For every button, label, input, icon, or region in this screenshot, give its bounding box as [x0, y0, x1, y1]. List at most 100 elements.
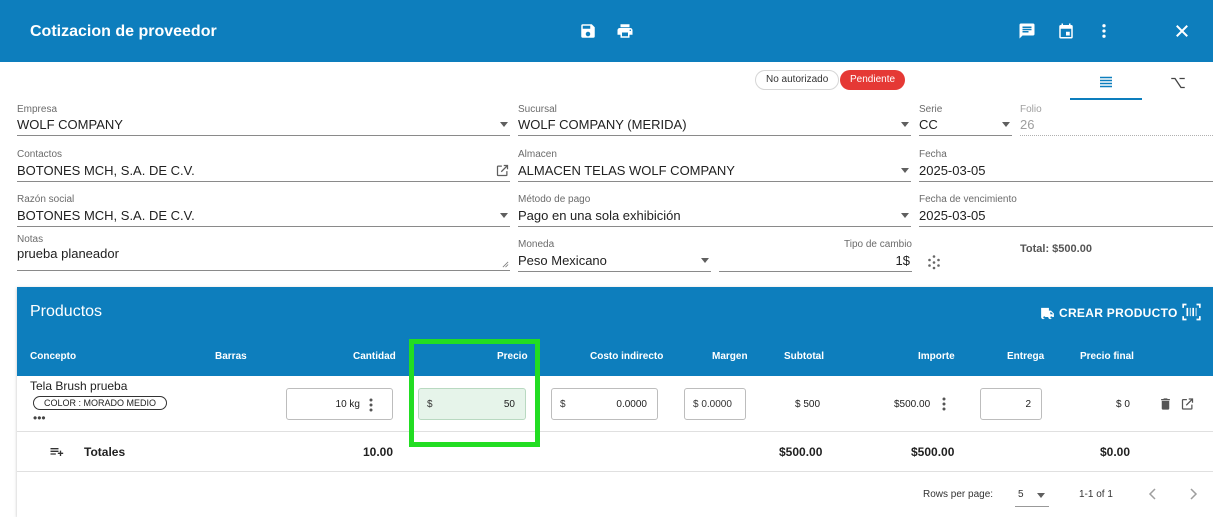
- price-column-highlight: [409, 339, 540, 447]
- fecha-label: Fecha: [919, 149, 947, 160]
- open-external-icon[interactable]: [495, 163, 510, 178]
- folio-value: 26: [1020, 117, 1035, 132]
- fecha-vencimiento-field[interactable]: Fecha de vencimiento 2025-03-05: [919, 194, 1213, 227]
- dropdown-caret-icon: [1037, 493, 1045, 498]
- indirect-cost-input[interactable]: $ 0.0000: [551, 388, 658, 420]
- precio-final-value: $ 0: [1116, 399, 1130, 410]
- indirect-value: 0.0000: [616, 399, 647, 410]
- margin-value: $ 0.0000: [693, 399, 732, 410]
- fecha-value: 2025-03-05: [919, 163, 986, 178]
- contactos-value: BOTONES MCH, S.A. DE C.V.: [17, 163, 195, 178]
- col-costo-indirecto[interactable]: Costo indirecto: [590, 351, 663, 362]
- calculator-icon[interactable]: [926, 254, 942, 270]
- tipo-cambio-field[interactable]: Tipo de cambio 1$: [719, 239, 912, 272]
- close-icon[interactable]: [1173, 22, 1191, 40]
- product-concept: Tela Brush prueba: [30, 379, 128, 393]
- row-divider: [17, 431, 1213, 432]
- col-cantidad[interactable]: Cantidad: [353, 351, 396, 362]
- notas-textarea[interactable]: Notas prueba planeador: [17, 234, 510, 271]
- more-vert-icon[interactable]: [1095, 22, 1113, 40]
- margin-input[interactable]: $ 0.0000: [684, 388, 746, 420]
- col-concepto[interactable]: Concepto: [30, 351, 76, 362]
- products-header: Productos CREAR PRODUCTO Concepto Barras…: [17, 287, 1213, 376]
- quantity-menu-icon[interactable]: [369, 398, 373, 412]
- calendar-icon[interactable]: [1057, 22, 1075, 40]
- create-product-button[interactable]: CREAR PRODUCTO: [1039, 303, 1178, 323]
- delete-icon[interactable]: [1158, 396, 1173, 412]
- tipo-cambio-label: Tipo de cambio: [844, 239, 912, 250]
- rows-per-page-value: 5: [1018, 489, 1024, 500]
- rows-per-page-select[interactable]: 5: [1015, 487, 1049, 507]
- fecha-field[interactable]: Fecha 2025-03-05: [919, 149, 1213, 182]
- notas-label: Notas: [17, 234, 44, 245]
- importe-menu-icon[interactable]: [942, 397, 946, 411]
- quantity-value: 10 kg: [335, 399, 360, 410]
- products-panel: Productos CREAR PRODUCTO Concepto Barras…: [17, 287, 1213, 517]
- dropdown-caret-icon: [901, 168, 909, 173]
- folio-label: Folio: [1020, 104, 1042, 115]
- metodo-pago-value: Pago en una sola exhibición: [518, 208, 681, 223]
- contactos-field[interactable]: Contactos BOTONES MCH, S.A. DE C.V.: [17, 149, 510, 182]
- open-product-icon[interactable]: [1180, 396, 1195, 412]
- totals-precio-final: $0.00: [1100, 445, 1131, 459]
- totals-divider: [17, 471, 1213, 472]
- col-subtotal[interactable]: Subtotal: [784, 351, 824, 362]
- prev-page-icon[interactable]: [1147, 487, 1159, 501]
- col-entrega[interactable]: Entrega: [1007, 351, 1044, 362]
- next-page-icon[interactable]: [1187, 487, 1199, 501]
- fecha-vencimiento-label: Fecha de vencimiento: [919, 194, 1017, 205]
- products-title: Productos: [30, 303, 103, 320]
- col-margen[interactable]: Margen: [712, 351, 748, 362]
- fecha-vencimiento-value: 2025-03-05: [919, 208, 986, 223]
- dropdown-caret-icon: [901, 213, 909, 218]
- print-icon[interactable]: [616, 22, 634, 40]
- col-precio-final[interactable]: Precio final: [1080, 351, 1134, 362]
- empresa-label: Empresa: [17, 104, 58, 115]
- barcode-scan-icon[interactable]: [1181, 302, 1202, 322]
- dropdown-caret-icon: [500, 122, 508, 127]
- moneda-select[interactable]: Moneda Peso Mexicano: [518, 239, 711, 272]
- app-header: Cotizacion de proveedor: [0, 0, 1213, 62]
- tab-flow-view[interactable]: [1142, 66, 1213, 100]
- totals-subtotal: $500.00: [779, 445, 823, 459]
- serie-select[interactable]: Serie CC: [919, 104, 1012, 136]
- razon-social-label: Razón social: [17, 194, 75, 205]
- status-badge-not-authorized: No autorizado: [755, 70, 840, 90]
- comment-icon[interactable]: [1018, 22, 1036, 40]
- truck-plus-icon: [1041, 307, 1054, 319]
- razon-social-value: BOTONES MCH, S.A. DE C.V.: [17, 208, 195, 223]
- more-horiz-icon[interactable]: •••: [33, 412, 46, 424]
- totals-importe: $500.00: [911, 445, 955, 459]
- resize-handle-icon[interactable]: [502, 261, 509, 268]
- option-icon: [1171, 77, 1185, 89]
- tab-list-view[interactable]: [1070, 66, 1142, 100]
- list-icon: [1100, 76, 1112, 88]
- importe-value: $500.00: [894, 399, 931, 410]
- contactos-label: Contactos: [17, 149, 63, 160]
- col-importe[interactable]: Importe: [918, 351, 955, 362]
- dropdown-caret-icon: [500, 213, 508, 218]
- page-title: Cotizacion de proveedor: [30, 23, 217, 40]
- totals-quantity: 10.00: [363, 445, 394, 459]
- col-barras[interactable]: Barras: [215, 351, 247, 362]
- almacen-select[interactable]: Almacen ALMACEN TELAS WOLF COMPANY: [518, 149, 911, 182]
- playlist-add-icon[interactable]: [48, 444, 65, 460]
- dropdown-caret-icon: [701, 258, 709, 263]
- sucursal-label: Sucursal: [518, 104, 557, 115]
- dropdown-caret-icon: [901, 122, 909, 127]
- entrega-input[interactable]: 2: [980, 388, 1042, 420]
- folio-field: Folio 26: [1020, 104, 1213, 136]
- quantity-input[interactable]: 10 kg: [286, 388, 393, 420]
- sucursal-select[interactable]: Sucursal WOLF COMPANY (MERIDA): [518, 104, 911, 136]
- moneda-value: Peso Mexicano: [518, 253, 607, 268]
- moneda-label: Moneda: [518, 239, 555, 250]
- empresa-select[interactable]: Empresa WOLF COMPANY: [17, 104, 510, 136]
- metodo-pago-label: Método de pago: [518, 194, 591, 205]
- tipo-cambio-value: 1$: [895, 253, 910, 268]
- save-icon[interactable]: [579, 22, 597, 40]
- razon-social-select[interactable]: Razón social BOTONES MCH, S.A. DE C.V.: [17, 194, 510, 227]
- dropdown-caret-icon: [1002, 122, 1010, 127]
- status-badge-pending: Pendiente: [840, 70, 906, 90]
- metodo-pago-select[interactable]: Método de pago Pago en una sola exhibici…: [518, 194, 911, 227]
- notas-value: prueba planeador: [17, 246, 119, 261]
